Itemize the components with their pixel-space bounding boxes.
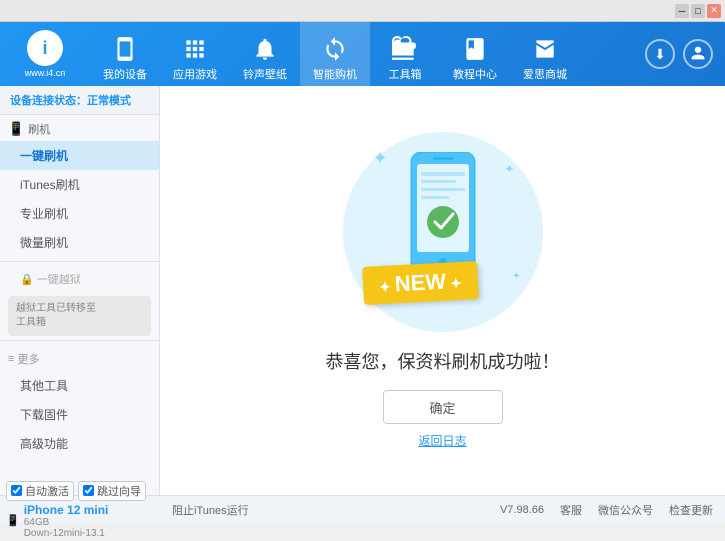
account-button[interactable] [683, 39, 713, 69]
sparkle-icon-2: ✦ [504, 162, 514, 176]
itunes-label: 阻止iTunes运行 [172, 505, 249, 517]
account-icon [690, 45, 706, 64]
go-back-link[interactable]: 返回日志 [418, 432, 466, 449]
content-area: ✦ ✦ ✦ [160, 86, 725, 495]
success-text: 恭喜您，保资料刷机成功啦！ [326, 348, 560, 374]
status-label: 设备连接状态： [10, 95, 87, 107]
nav-apps[interactable]: 应用游戏 [160, 22, 230, 86]
phone-illustration: ✦ ✦ ✦ [343, 132, 543, 332]
service-link[interactable]: 客服 [560, 502, 582, 518]
auto-dismiss-checkbox[interactable]: 自动激活 [6, 481, 74, 501]
nav-tutorial[interactable]: 教程中心 [440, 22, 510, 86]
itunes-control: 阻止iTunes运行 [172, 502, 249, 518]
sidebar-item-itunes-flash[interactable]: iTunes刷机 [0, 170, 159, 199]
nav-store[interactable]: 爱思商城 [510, 22, 580, 86]
auto-dismiss-input[interactable] [11, 485, 22, 496]
nav-my-device-label: 我的设备 [103, 66, 147, 82]
nav-tools-label: 工具箱 [389, 66, 422, 82]
flash-section-title: 📱 刷机 [0, 115, 159, 141]
refresh-icon [321, 35, 349, 63]
pass-wizard-input[interactable] [83, 485, 94, 496]
nav-wallpaper[interactable]: 铃声壁纸 [230, 22, 300, 86]
close-button[interactable]: ✕ [707, 4, 721, 18]
sidebar-item-pro-flash[interactable]: 专业刷机 [0, 199, 159, 228]
logo-icon: i [27, 30, 63, 66]
nav-tools[interactable]: 工具箱 [370, 22, 440, 86]
sidebar-item-advanced[interactable]: 高级功能 [0, 429, 159, 458]
download-icon: ⬇ [654, 46, 666, 63]
sidebar: 设备连接状态：正常模式 📱 刷机 一键刷机 iTunes刷机 专业刷机 微量刷机… [0, 86, 160, 495]
check-items-row: 自动激活 跳过向导 [6, 481, 154, 501]
minimize-button[interactable]: ─ [675, 4, 689, 18]
device-info: 📱 iPhone 12 mini 64GB Down-12mini-13.1 [6, 503, 154, 539]
nav-smart-shop[interactable]: 智能购机 [300, 22, 370, 86]
download-button[interactable]: ⬇ [645, 39, 675, 69]
sidebar-divider-1 [0, 261, 159, 262]
sidebar-item-mini-flash[interactable]: 微量刷机 [0, 228, 159, 257]
header: i www.i4.cn 我的设备 应用游戏 铃声壁纸 智能购 [0, 22, 725, 86]
sparkle-icon-1: ✦ [373, 148, 388, 169]
flash-icon: 📱 [8, 121, 24, 137]
sidebar-jailbreak-label: 🔒 一键越狱 [0, 266, 159, 292]
status-value: 正常模式 [87, 95, 131, 107]
nav-tutorial-label: 教程中心 [453, 66, 497, 82]
bottom-bar: 自动激活 跳过向导 📱 iPhone 12 mini 64GB Down-12m… [0, 495, 725, 523]
book-icon [461, 35, 489, 63]
nav-smart-shop-label: 智能购机 [313, 66, 357, 82]
device-storage: 64GB [24, 517, 109, 528]
device-firmware: Down-12mini-13.1 [24, 528, 109, 539]
version-label: V7.98.66 [500, 504, 544, 516]
new-badge: NEW [362, 261, 479, 305]
nav-apps-label: 应用游戏 [173, 66, 217, 82]
flash-section-label: 刷机 [28, 121, 50, 137]
device-icon: 📱 [6, 514, 20, 527]
apps-icon [181, 35, 209, 63]
bottom-status-items: V7.98.66 客服 微信公众号 检查更新 [500, 502, 713, 518]
toolbox-icon [391, 35, 419, 63]
sidebar-jailbreak-note: 越狱工具已转移至工具箱 [8, 296, 151, 336]
sparkle-icon-3: ✦ [512, 271, 520, 282]
header-right: ⬇ [645, 39, 725, 69]
sidebar-item-one-click-flash[interactable]: 一键刷机 [0, 141, 159, 170]
lock-icon: 🔒 [20, 274, 34, 286]
more-section-title: ≡ 更多 [0, 345, 159, 371]
bottom-status-bar: 阻止iTunes运行 V7.98.66 客服 微信公众号 检查更新 [160, 502, 725, 518]
nav-wallpaper-label: 铃声壁纸 [243, 66, 287, 82]
device-name: iPhone 12 mini [24, 503, 109, 517]
nav-bar: 我的设备 应用游戏 铃声壁纸 智能购机 工具箱 [90, 22, 645, 86]
sidebar-item-other-tools[interactable]: 其他工具 [0, 371, 159, 400]
connection-status: 设备连接状态：正常模式 [0, 86, 159, 115]
main-layout: 设备连接状态：正常模式 📱 刷机 一键刷机 iTunes刷机 专业刷机 微量刷机… [0, 86, 725, 495]
store-icon [531, 35, 559, 63]
nav-store-label: 爱思商城 [523, 66, 567, 82]
phone-icon [111, 35, 139, 63]
nav-my-device[interactable]: 我的设备 [90, 22, 160, 86]
sidebar-item-download-firmware[interactable]: 下载固件 [0, 400, 159, 429]
confirm-button[interactable]: 确定 [383, 390, 503, 424]
device-details: iPhone 12 mini 64GB Down-12mini-13.1 [24, 503, 109, 539]
update-link[interactable]: 检查更新 [669, 502, 713, 518]
sidebar-divider-2 [0, 340, 159, 341]
logo-area: i www.i4.cn [0, 30, 90, 78]
bottom-left-section: 自动激活 跳过向导 📱 iPhone 12 mini 64GB Down-12m… [0, 479, 160, 541]
bell-icon [251, 35, 279, 63]
title-bar: ─ □ ✕ [0, 0, 725, 22]
wechat-link[interactable]: 微信公众号 [598, 502, 653, 518]
logo-text: www.i4.cn [25, 68, 66, 78]
pass-wizard-checkbox[interactable]: 跳过向导 [78, 481, 146, 501]
maximize-button[interactable]: □ [691, 4, 705, 18]
